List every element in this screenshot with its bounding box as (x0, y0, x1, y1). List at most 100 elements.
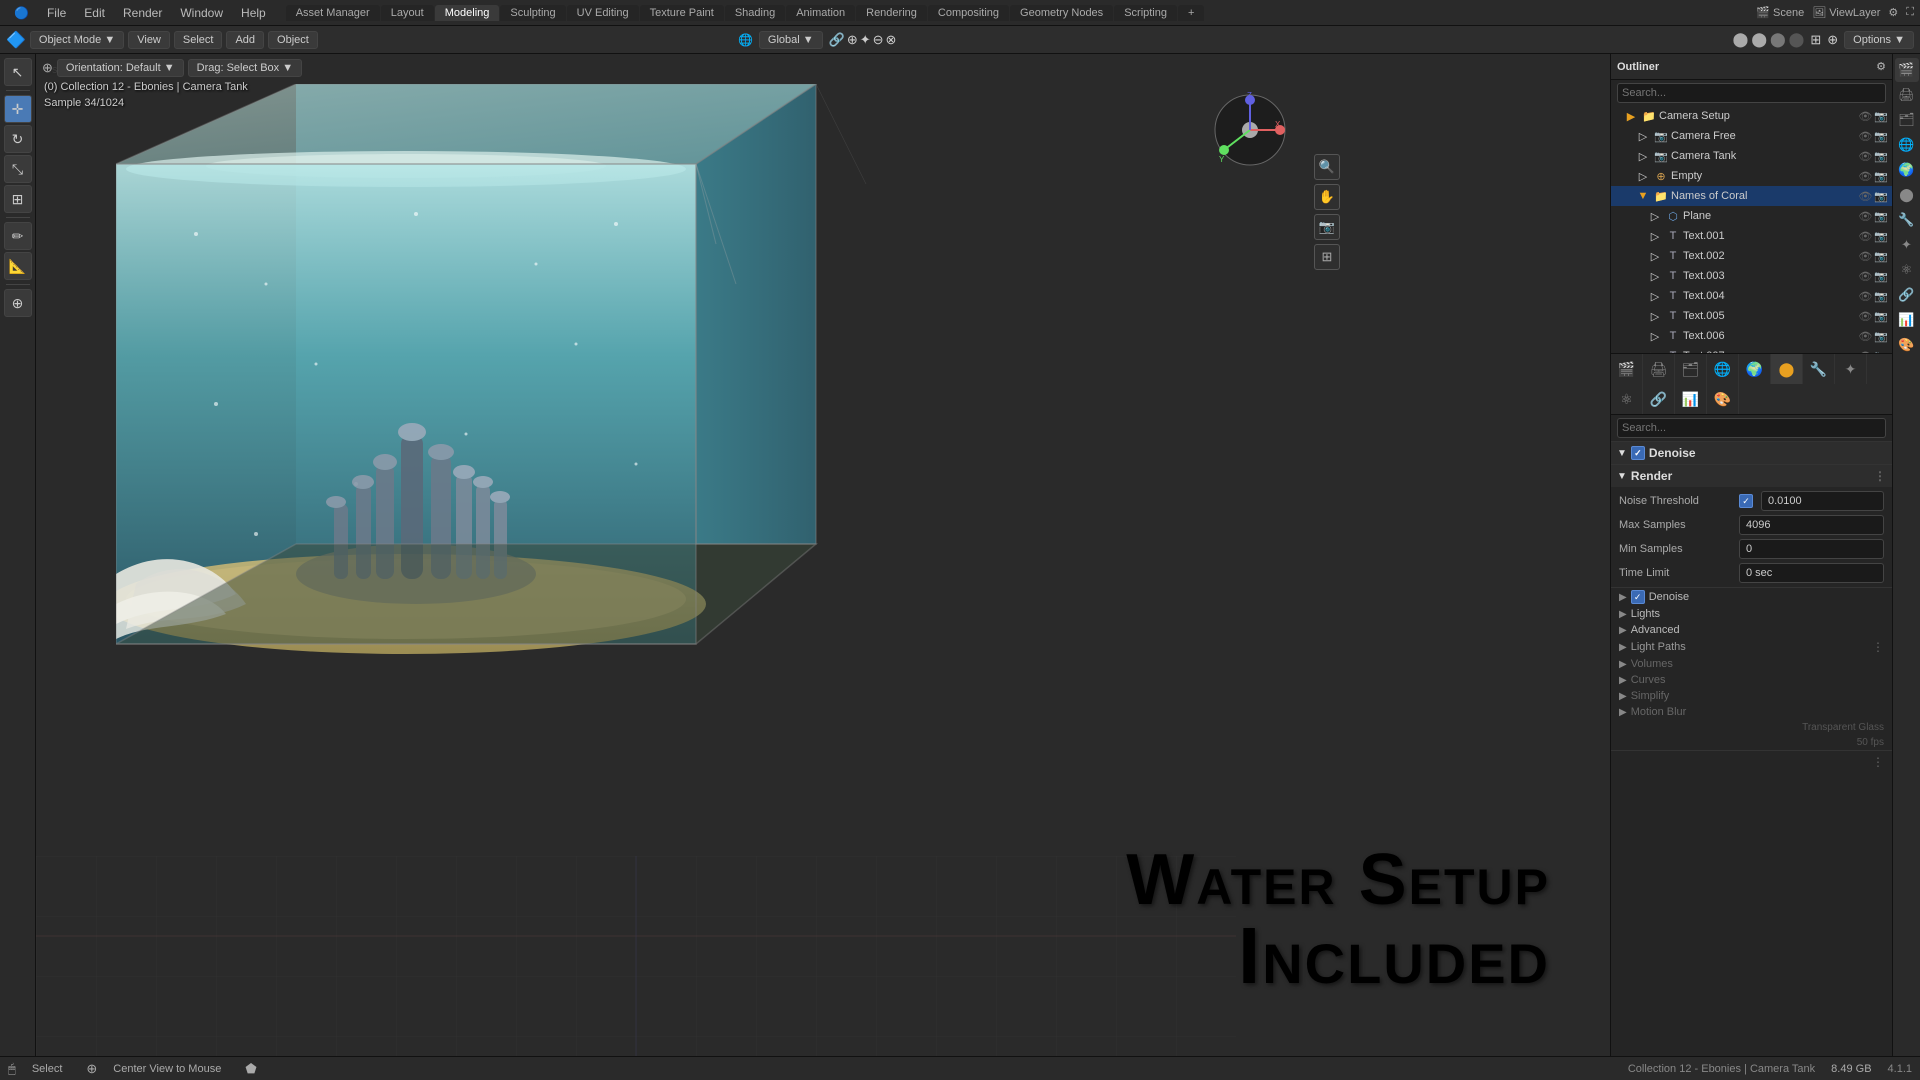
outliner-item-text004[interactable]: ▷ T Text.004 👁 📷 (1611, 286, 1892, 306)
render-options-icon[interactable]: ⋮ (1874, 469, 1886, 483)
gizmo-btn[interactable]: ⊕ (1827, 32, 1838, 48)
view-btn[interactable]: View (128, 31, 170, 49)
curves-header[interactable]: ▶ Curves (1611, 672, 1892, 688)
properties-search-input[interactable] (1617, 418, 1886, 438)
nav-hand[interactable]: ✋ (1314, 184, 1340, 210)
denoise-checkbox[interactable]: ✓ (1631, 446, 1645, 460)
outliner-filter-icon[interactable]: ⚙ (1876, 60, 1886, 73)
menu-window[interactable]: Window (172, 4, 231, 22)
outliner-item-plane[interactable]: ▷ ⬡ Plane 👁 📷 (1611, 206, 1892, 226)
prop-tab-object[interactable]: ⬤ (1771, 354, 1803, 384)
drag-btn[interactable]: Drag: Select Box ▼ (188, 59, 302, 77)
prop-tab-physics[interactable]: ⚛ (1611, 384, 1643, 414)
prop-tab-world[interactable]: 🌍 (1739, 354, 1771, 384)
eye-icon-names-of-coral[interactable]: 👁 (1858, 190, 1872, 203)
vert-tab-modifier[interactable]: 🔧 (1895, 208, 1919, 232)
vert-tab-output[interactable]: 🖨 (1895, 83, 1919, 107)
overlay-btn[interactable]: ⊞ (1810, 32, 1821, 48)
vert-tab-viewlayer[interactable]: 🗂 (1895, 108, 1919, 132)
light-paths-header[interactable]: ▶ Light Paths ⋮ (1611, 638, 1892, 656)
eye-icon-empty[interactable]: 👁 (1858, 170, 1872, 183)
tab-add[interactable]: + (1178, 5, 1204, 21)
render-icon-empty[interactable]: 📷 (1874, 170, 1888, 183)
vert-tab-constraints[interactable]: 🔗 (1895, 283, 1919, 307)
tool-annotate[interactable]: ✏ (4, 222, 32, 250)
eye-icon-text006[interactable]: 👁 (1858, 330, 1872, 343)
prop-tab-material[interactable]: 🎨 (1707, 384, 1739, 414)
menu-edit[interactable]: Edit (76, 4, 113, 22)
render-icon-text006[interactable]: 📷 (1874, 330, 1888, 343)
motion-blur-header[interactable]: ▶ Motion Blur (1611, 704, 1892, 720)
outliner-item-names-of-coral[interactable]: ▼ 📁 Names of Coral 👁 📷 (1611, 186, 1892, 206)
menu-render[interactable]: Render (115, 4, 170, 22)
noise-threshold-checkbox[interactable]: ✓ (1739, 494, 1753, 508)
outliner-item-text002[interactable]: ▷ T Text.002 👁 📷 (1611, 246, 1892, 266)
vert-tab-render[interactable]: 🎬 (1895, 58, 1919, 82)
eye-icon-camera-free[interactable]: 👁 (1858, 130, 1872, 143)
render-icon-text001[interactable]: 📷 (1874, 230, 1888, 243)
eye-icon-plane[interactable]: 👁 (1858, 210, 1872, 223)
tool-scale[interactable]: ⤡ (4, 155, 32, 183)
vert-tab-object[interactable]: ⬤ (1895, 183, 1919, 207)
vert-tab-physics[interactable]: ⚛ (1895, 258, 1919, 282)
light-paths-options-icon[interactable]: ⋮ (1872, 640, 1884, 654)
eye-icon-camera-tank[interactable]: 👁 (1858, 150, 1872, 163)
prop-tab-constraints[interactable]: 🔗 (1643, 384, 1675, 414)
denoise-header[interactable]: ▼ ✓ Denoise (1611, 442, 1892, 464)
vert-tab-world[interactable]: 🌍 (1895, 158, 1919, 182)
global-btn[interactable]: Global ▼ (759, 31, 823, 49)
eye-icon-text003[interactable]: 👁 (1858, 270, 1872, 283)
options-btn[interactable]: Options ▼ (1844, 31, 1914, 49)
outliner-item-text003[interactable]: ▷ T Text.003 👁 📷 (1611, 266, 1892, 286)
tab-compositing[interactable]: Compositing (928, 5, 1009, 21)
volumes-header[interactable]: ▶ Volumes (1611, 656, 1892, 672)
lights-header[interactable]: ▶ Lights (1611, 606, 1892, 622)
vert-tab-scene[interactable]: 🌐 (1895, 133, 1919, 157)
prop-tab-data[interactable]: 📊 (1675, 384, 1707, 414)
engine-icon[interactable]: ⚙ (1888, 6, 1898, 19)
outliner-item-text001[interactable]: ▷ T Text.001 👁 📷 (1611, 226, 1892, 246)
outliner-item-camera-tank[interactable]: ▷ 📷 Camera Tank 👁 📷 (1611, 146, 1892, 166)
render-icon-camera-setup[interactable]: 📷 (1874, 110, 1888, 123)
object-mode-btn[interactable]: Object Mode ▼ (30, 31, 124, 49)
time-limit-value[interactable]: 0 sec (1739, 563, 1884, 583)
tab-sculpting[interactable]: Sculpting (500, 5, 565, 21)
tool-transform[interactable]: ⊞ (4, 185, 32, 213)
prop-tab-particles[interactable]: ✦ (1835, 354, 1867, 384)
render-icon-text004[interactable]: 📷 (1874, 290, 1888, 303)
outliner-item-text005[interactable]: ▷ T Text.005 👁 📷 (1611, 306, 1892, 326)
prop-tab-output[interactable]: 🖨 (1643, 354, 1675, 384)
denoise2-checkbox[interactable]: ✓ (1631, 590, 1645, 604)
prop-tab-view-layer[interactable]: 🗂 (1675, 354, 1707, 384)
tab-asset-manager[interactable]: Asset Manager (286, 5, 380, 21)
render-icon-camera-tank[interactable]: 📷 (1874, 150, 1888, 163)
vert-tab-particles[interactable]: ✦ (1895, 233, 1919, 257)
render-icon-text005[interactable]: 📷 (1874, 310, 1888, 323)
tool-cursor[interactable]: ⊕ (4, 289, 32, 317)
prop-tab-render[interactable]: 🎬 (1611, 354, 1643, 384)
render-icon-text003[interactable]: 📷 (1874, 270, 1888, 283)
tab-scripting[interactable]: Scripting (1114, 5, 1177, 21)
render-icon-names-of-coral[interactable]: 📷 (1874, 190, 1888, 203)
tool-rotate[interactable]: ↻ (4, 125, 32, 153)
eye-icon-text001[interactable]: 👁 (1858, 230, 1872, 243)
outliner-search-input[interactable] (1617, 83, 1886, 103)
vert-tab-data[interactable]: 📊 (1895, 308, 1919, 332)
render-header[interactable]: ▼ Render ⋮ (1611, 465, 1892, 487)
outliner-item-text007[interactable]: ▷ T Text.007 👁 📷 (1611, 346, 1892, 354)
menu-help[interactable]: Help (233, 4, 274, 22)
viewport[interactable]: ⊕ Orientation: Default ▼ Drag: Select Bo… (36, 54, 1610, 1056)
vert-tab-material[interactable]: 🎨 (1895, 333, 1919, 357)
object-btn[interactable]: Object (268, 31, 318, 49)
render-icon-text002[interactable]: 📷 (1874, 250, 1888, 263)
eye-icon-text004[interactable]: 👁 (1858, 290, 1872, 303)
render-icon-camera-free[interactable]: 📷 (1874, 130, 1888, 143)
denoise2-header[interactable]: ▶ ✓ Denoise (1611, 588, 1892, 606)
tab-rendering[interactable]: Rendering (856, 5, 927, 21)
nav-zoom-in[interactable]: 🔍 (1314, 154, 1340, 180)
orientation-btn[interactable]: Orientation: Default ▼ (57, 59, 184, 77)
noise-threshold-value[interactable]: 0.0100 (1761, 491, 1884, 511)
outliner-item-empty[interactable]: ▷ ⊕ Empty 👁 📷 (1611, 166, 1892, 186)
tab-uv-editing[interactable]: UV Editing (567, 5, 639, 21)
tool-measure[interactable]: 📐 (4, 252, 32, 280)
